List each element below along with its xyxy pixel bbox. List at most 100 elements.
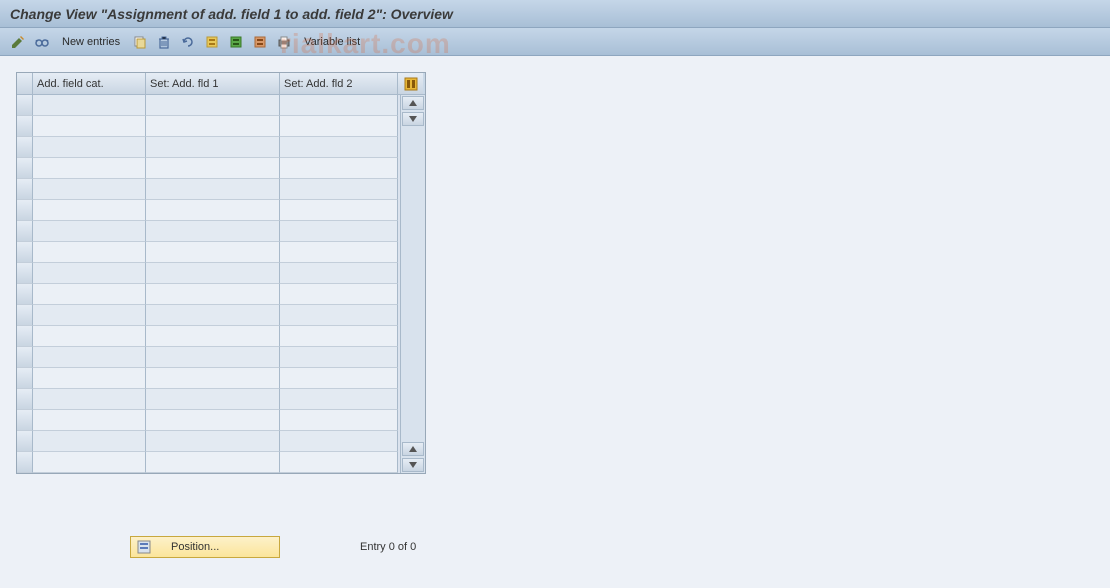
print-button[interactable]	[274, 32, 294, 52]
undo-button[interactable]	[178, 32, 198, 52]
cell-set-fld2[interactable]	[280, 137, 398, 158]
row-selector[interactable]	[17, 452, 33, 473]
row-selector[interactable]	[17, 368, 33, 389]
cell-field-cat[interactable]	[33, 410, 146, 431]
row-selector-header[interactable]	[17, 73, 33, 94]
row-selector[interactable]	[17, 305, 33, 326]
scroll-page-up-button[interactable]	[402, 442, 424, 456]
cell-set-fld2[interactable]	[280, 158, 398, 179]
cell-field-cat[interactable]	[33, 389, 146, 410]
cell-set-fld2[interactable]	[280, 452, 398, 473]
new-entries-button[interactable]: New entries	[56, 32, 126, 52]
deselect-all-button[interactable]	[250, 32, 270, 52]
row-selector[interactable]	[17, 347, 33, 368]
column-header-set-fld2[interactable]: Set: Add. fld 2	[280, 73, 398, 94]
cell-field-cat[interactable]	[33, 326, 146, 347]
triangle-up-icon	[409, 100, 417, 106]
row-selector[interactable]	[17, 242, 33, 263]
cell-field-cat[interactable]	[33, 368, 146, 389]
cell-set-fld1[interactable]	[146, 158, 280, 179]
cell-set-fld2[interactable]	[280, 116, 398, 137]
row-selector[interactable]	[17, 410, 33, 431]
cell-field-cat[interactable]	[33, 221, 146, 242]
cell-set-fld2[interactable]	[280, 221, 398, 242]
row-selector[interactable]	[17, 284, 33, 305]
cell-set-fld2[interactable]	[280, 263, 398, 284]
cell-set-fld1[interactable]	[146, 116, 280, 137]
footer-area: Position... Entry 0 of 0	[130, 536, 416, 558]
cell-field-cat[interactable]	[33, 263, 146, 284]
cell-set-fld2[interactable]	[280, 326, 398, 347]
table-header-row: Add. field cat. Set: Add. fld 1 Set: Add…	[17, 73, 425, 95]
row-selector[interactable]	[17, 95, 33, 116]
copy-button[interactable]	[130, 32, 150, 52]
cell-set-fld2[interactable]	[280, 242, 398, 263]
cell-set-fld2[interactable]	[280, 179, 398, 200]
scroll-track[interactable]	[401, 127, 425, 441]
cell-set-fld1[interactable]	[146, 326, 280, 347]
cell-set-fld1[interactable]	[146, 410, 280, 431]
cell-field-cat[interactable]	[33, 284, 146, 305]
cell-set-fld2[interactable]	[280, 347, 398, 368]
scroll-up-button[interactable]	[402, 96, 424, 110]
row-selector[interactable]	[17, 221, 33, 242]
row-selector[interactable]	[17, 389, 33, 410]
scroll-page-down-button[interactable]	[402, 458, 424, 472]
table-config-button[interactable]	[398, 73, 423, 94]
cell-field-cat[interactable]	[33, 158, 146, 179]
cell-set-fld1[interactable]	[146, 389, 280, 410]
cell-field-cat[interactable]	[33, 137, 146, 158]
cell-set-fld1[interactable]	[146, 284, 280, 305]
cell-set-fld1[interactable]	[146, 95, 280, 116]
cell-field-cat[interactable]	[33, 305, 146, 326]
select-block-button[interactable]	[226, 32, 246, 52]
variable-list-button[interactable]: Variable list	[298, 32, 366, 52]
cell-set-fld1[interactable]	[146, 242, 280, 263]
cell-set-fld2[interactable]	[280, 305, 398, 326]
cell-field-cat[interactable]	[33, 95, 146, 116]
cell-set-fld2[interactable]	[280, 368, 398, 389]
select-all-button[interactable]	[202, 32, 222, 52]
cell-set-fld1[interactable]	[146, 431, 280, 452]
cell-field-cat[interactable]	[33, 347, 146, 368]
row-selector[interactable]	[17, 116, 33, 137]
cell-set-fld1[interactable]	[146, 200, 280, 221]
cell-field-cat[interactable]	[33, 242, 146, 263]
scroll-down-button[interactable]	[402, 112, 424, 126]
cell-set-fld1[interactable]	[146, 368, 280, 389]
cell-set-fld1[interactable]	[146, 305, 280, 326]
cell-field-cat[interactable]	[33, 200, 146, 221]
cell-set-fld1[interactable]	[146, 137, 280, 158]
cell-set-fld2[interactable]	[280, 389, 398, 410]
row-selector[interactable]	[17, 158, 33, 179]
cell-set-fld2[interactable]	[280, 410, 398, 431]
cell-set-fld2[interactable]	[280, 200, 398, 221]
row-selector[interactable]	[17, 179, 33, 200]
pencil-icon	[10, 34, 26, 50]
other-view-button[interactable]	[32, 32, 52, 52]
cell-field-cat[interactable]	[33, 179, 146, 200]
cell-set-fld1[interactable]	[146, 179, 280, 200]
cell-set-fld1[interactable]	[146, 347, 280, 368]
row-selector[interactable]	[17, 431, 33, 452]
position-button[interactable]: Position...	[130, 536, 280, 558]
cell-field-cat[interactable]	[33, 452, 146, 473]
column-header-set-fld1[interactable]: Set: Add. fld 1	[146, 73, 280, 94]
row-selector[interactable]	[17, 200, 33, 221]
cell-field-cat[interactable]	[33, 116, 146, 137]
cell-set-fld1[interactable]	[146, 452, 280, 473]
toggle-change-button[interactable]	[8, 32, 28, 52]
cell-set-fld2[interactable]	[280, 95, 398, 116]
delete-button[interactable]	[154, 32, 174, 52]
table-row	[17, 431, 400, 452]
row-selector[interactable]	[17, 326, 33, 347]
cell-set-fld1[interactable]	[146, 221, 280, 242]
row-selector[interactable]	[17, 263, 33, 284]
cell-set-fld2[interactable]	[280, 431, 398, 452]
cell-set-fld2[interactable]	[280, 284, 398, 305]
glasses-icon	[34, 34, 50, 50]
cell-set-fld1[interactable]	[146, 263, 280, 284]
cell-field-cat[interactable]	[33, 431, 146, 452]
row-selector[interactable]	[17, 137, 33, 158]
column-header-field-cat[interactable]: Add. field cat.	[33, 73, 146, 94]
